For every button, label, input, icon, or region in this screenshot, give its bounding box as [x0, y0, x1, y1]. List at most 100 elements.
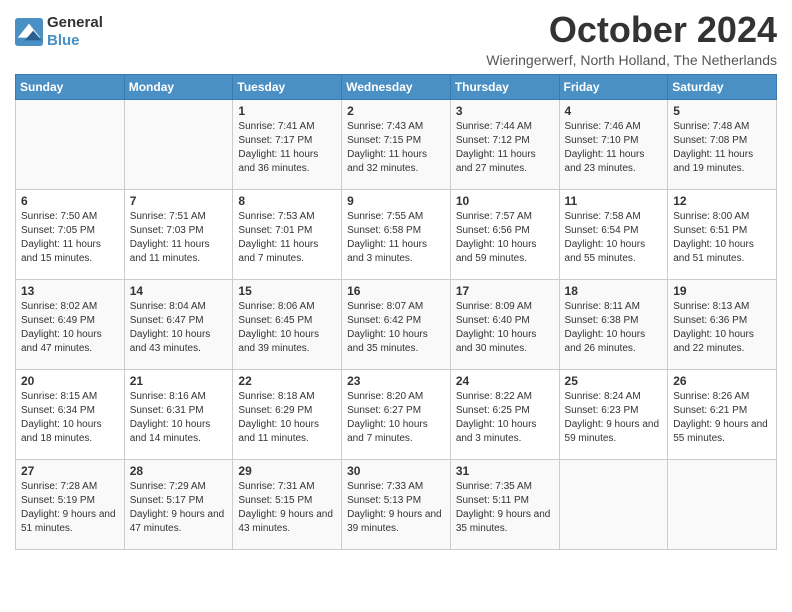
calendar-cell: 18 Sunrise: 8:11 AM Sunset: 6:38 PM Dayli… [559, 279, 668, 369]
calendar-cell: 30 Sunrise: 7:33 AM Sunset: 5:13 PM Dayli… [342, 459, 451, 549]
day-info: Sunrise: 8:13 AM Sunset: 6:36 PM Dayligh… [673, 300, 771, 356]
day-number: 13 [21, 284, 119, 298]
day-info: Sunrise: 8:18 AM Sunset: 6:29 PM Dayligh… [238, 390, 336, 446]
day-number: 14 [130, 284, 228, 298]
calendar-body: 1Sunrise: 7:41 AM Sunset: 7:17 PM Daylig… [16, 99, 777, 549]
week-row-3: 13Sunrise: 8:02 AM Sunset: 6:49 PM Dayli… [16, 279, 777, 369]
week-row-5: 27Sunrise: 7:28 AM Sunset: 5:19 PM Dayli… [16, 459, 777, 549]
day-number: 18 [565, 284, 663, 298]
day-number: 31 [456, 464, 554, 478]
calendar-cell: 24 Sunrise: 8:22 AM Sunset: 6:25 PM Dayli… [450, 369, 559, 459]
calendar-cell: 22 Sunrise: 8:18 AM Sunset: 6:29 PM Dayli… [233, 369, 342, 459]
day-number: 4 [565, 104, 663, 118]
day-info: Sunrise: 8:26 AM Sunset: 6:21 PM Dayligh… [673, 390, 771, 446]
weekday-header-thursday: Thursday [450, 74, 559, 99]
day-number: 15 [238, 284, 336, 298]
day-number: 16 [347, 284, 445, 298]
calendar-cell: 8Sunrise: 7:53 AM Sunset: 7:01 PM Daylig… [233, 189, 342, 279]
calendar-cell: 5 Sunrise: 7:48 AM Sunset: 7:08 PM Daylig… [668, 99, 777, 189]
calendar-cell: 19 Sunrise: 8:13 AM Sunset: 6:36 PM Dayli… [668, 279, 777, 369]
day-info: Sunrise: 7:28 AM Sunset: 5:19 PM Dayligh… [21, 480, 119, 536]
day-info: Sunrise: 7:33 AM Sunset: 5:13 PM Dayligh… [347, 480, 445, 536]
calendar-cell [16, 99, 125, 189]
calendar-cell: 27Sunrise: 7:28 AM Sunset: 5:19 PM Dayli… [16, 459, 125, 549]
day-info: Sunrise: 8:07 AM Sunset: 6:42 PM Dayligh… [347, 300, 445, 356]
day-info: Sunrise: 8:11 AM Sunset: 6:38 PM Dayligh… [565, 300, 663, 356]
day-number: 2 [347, 104, 445, 118]
calendar-cell: 23 Sunrise: 8:20 AM Sunset: 6:27 PM Dayli… [342, 369, 451, 459]
day-info: Sunrise: 8:15 AM Sunset: 6:34 PM Dayligh… [21, 390, 119, 446]
calendar-cell: 1Sunrise: 7:41 AM Sunset: 7:17 PM Daylig… [233, 99, 342, 189]
day-number: 12 [673, 194, 771, 208]
calendar-cell: 9 Sunrise: 7:55 AM Sunset: 6:58 PM Daylig… [342, 189, 451, 279]
day-number: 19 [673, 284, 771, 298]
day-info: Sunrise: 8:09 AM Sunset: 6:40 PM Dayligh… [456, 300, 554, 356]
weekday-header-sunday: Sunday [16, 74, 125, 99]
weekday-header-saturday: Saturday [668, 74, 777, 99]
calendar-page: General Blue October 2024 Wieringerwerf,… [0, 0, 792, 565]
day-info: Sunrise: 8:00 AM Sunset: 6:51 PM Dayligh… [673, 210, 771, 266]
weekday-header-row: SundayMondayTuesdayWednesdayThursdayFrid… [16, 74, 777, 99]
calendar-cell: 16 Sunrise: 8:07 AM Sunset: 6:42 PM Dayli… [342, 279, 451, 369]
day-info: Sunrise: 7:44 AM Sunset: 7:12 PM Dayligh… [456, 120, 554, 176]
calendar-cell: 31Sunrise: 7:35 AM Sunset: 5:11 PM Dayli… [450, 459, 559, 549]
day-info: Sunrise: 7:51 AM Sunset: 7:03 PM Dayligh… [130, 210, 228, 266]
day-number: 22 [238, 374, 336, 388]
calendar-cell: 3 Sunrise: 7:44 AM Sunset: 7:12 PM Daylig… [450, 99, 559, 189]
day-info: Sunrise: 8:06 AM Sunset: 6:45 PM Dayligh… [238, 300, 336, 356]
weekday-header-tuesday: Tuesday [233, 74, 342, 99]
day-number: 7 [130, 194, 228, 208]
title-block: October 2024 Wieringerwerf, North Hollan… [486, 10, 777, 68]
day-number: 24 [456, 374, 554, 388]
calendar-cell: 29Sunrise: 7:31 AM Sunset: 5:15 PM Dayli… [233, 459, 342, 549]
day-number: 29 [238, 464, 336, 478]
day-number: 25 [565, 374, 663, 388]
day-number: 11 [565, 194, 663, 208]
logo: General Blue [15, 14, 103, 50]
day-number: 23 [347, 374, 445, 388]
day-info: Sunrise: 8:24 AM Sunset: 6:23 PM Dayligh… [565, 390, 663, 446]
day-info: Sunrise: 7:57 AM Sunset: 6:56 PM Dayligh… [456, 210, 554, 266]
calendar-cell [559, 459, 668, 549]
day-info: Sunrise: 7:46 AM Sunset: 7:10 PM Dayligh… [565, 120, 663, 176]
day-number: 17 [456, 284, 554, 298]
calendar-cell [124, 99, 233, 189]
calendar-cell: 15 Sunrise: 8:06 AM Sunset: 6:45 PM Dayli… [233, 279, 342, 369]
calendar-cell: 6Sunrise: 7:50 AM Sunset: 7:05 PM Daylig… [16, 189, 125, 279]
day-number: 10 [456, 194, 554, 208]
day-info: Sunrise: 8:22 AM Sunset: 6:25 PM Dayligh… [456, 390, 554, 446]
day-number: 9 [347, 194, 445, 208]
day-info: Sunrise: 8:04 AM Sunset: 6:47 PM Dayligh… [130, 300, 228, 356]
day-number: 21 [130, 374, 228, 388]
calendar-cell: 2 Sunrise: 7:43 AM Sunset: 7:15 PM Daylig… [342, 99, 451, 189]
day-info: Sunrise: 7:53 AM Sunset: 7:01 PM Dayligh… [238, 210, 336, 266]
calendar-cell: 11 Sunrise: 7:58 AM Sunset: 6:54 PM Dayli… [559, 189, 668, 279]
day-info: Sunrise: 7:48 AM Sunset: 7:08 PM Dayligh… [673, 120, 771, 176]
day-number: 30 [347, 464, 445, 478]
day-number: 28 [130, 464, 228, 478]
week-row-4: 20 Sunrise: 8:15 AM Sunset: 6:34 PM Dayli… [16, 369, 777, 459]
day-number: 26 [673, 374, 771, 388]
location: Wieringerwerf, North Holland, The Nether… [486, 52, 777, 68]
weekday-header-monday: Monday [124, 74, 233, 99]
calendar-table: SundayMondayTuesdayWednesdayThursdayFrid… [15, 74, 777, 550]
day-info: Sunrise: 7:58 AM Sunset: 6:54 PM Dayligh… [565, 210, 663, 266]
calendar-cell: 20 Sunrise: 8:15 AM Sunset: 6:34 PM Dayli… [16, 369, 125, 459]
day-info: Sunrise: 7:43 AM Sunset: 7:15 PM Dayligh… [347, 120, 445, 176]
day-number: 20 [21, 374, 119, 388]
calendar-cell [668, 459, 777, 549]
day-info: Sunrise: 8:16 AM Sunset: 6:31 PM Dayligh… [130, 390, 228, 446]
week-row-2: 6Sunrise: 7:50 AM Sunset: 7:05 PM Daylig… [16, 189, 777, 279]
day-number: 6 [21, 194, 119, 208]
logo-icon [15, 18, 43, 46]
weekday-header-friday: Friday [559, 74, 668, 99]
calendar-cell: 12 Sunrise: 8:00 AM Sunset: 6:51 PM Dayli… [668, 189, 777, 279]
day-number: 5 [673, 104, 771, 118]
day-info: Sunrise: 7:41 AM Sunset: 7:17 PM Dayligh… [238, 120, 336, 176]
day-number: 3 [456, 104, 554, 118]
calendar-cell: 14 Sunrise: 8:04 AM Sunset: 6:47 PM Dayli… [124, 279, 233, 369]
calendar-cell: 26 Sunrise: 8:26 AM Sunset: 6:21 PM Dayli… [668, 369, 777, 459]
calendar-cell: 21 Sunrise: 8:16 AM Sunset: 6:31 PM Dayli… [124, 369, 233, 459]
day-info: Sunrise: 8:20 AM Sunset: 6:27 PM Dayligh… [347, 390, 445, 446]
day-info: Sunrise: 7:55 AM Sunset: 6:58 PM Dayligh… [347, 210, 445, 266]
